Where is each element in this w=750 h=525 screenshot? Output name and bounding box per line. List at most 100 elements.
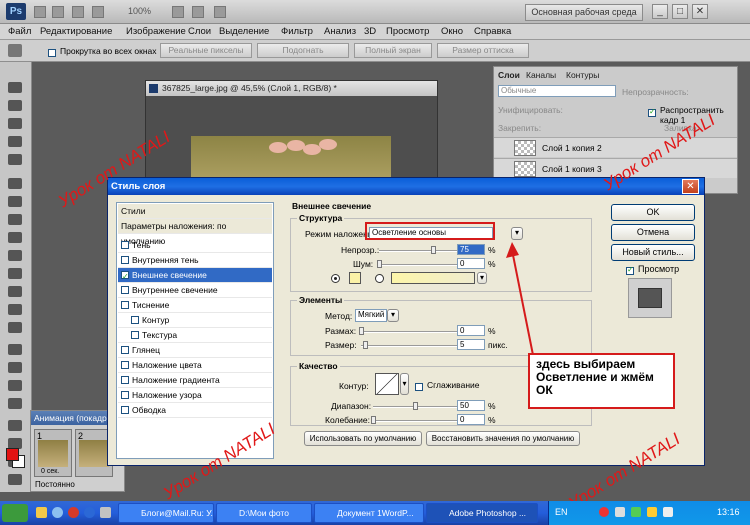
type-tool-icon[interactable] (8, 362, 22, 373)
jitter-input[interactable]: 0 (457, 414, 485, 425)
menu-select[interactable]: Выделение (219, 26, 269, 37)
noise-input[interactable]: 0 (457, 258, 485, 269)
loop-select[interactable]: Постоянно (35, 480, 75, 489)
menu-image[interactable]: Изображение (126, 26, 186, 37)
style-checkbox[interactable] (121, 240, 129, 249)
taskbar-item[interactable]: Adobe Photoshop ... (426, 503, 538, 523)
quicklaunch-icon[interactable] (52, 507, 63, 518)
size-slider-knob[interactable] (363, 341, 368, 349)
workspace-button[interactable]: Основная рабочая среда (525, 4, 643, 21)
tab-layers[interactable]: Слои (498, 70, 520, 82)
style-list-item[interactable]: Обводка (118, 403, 272, 418)
color-radio[interactable] (331, 274, 340, 283)
spread-input[interactable]: 0 (457, 325, 485, 336)
start-button[interactable] (2, 504, 28, 522)
blend-mode-select[interactable]: Обычные (498, 85, 616, 97)
brush-tool-icon[interactable] (8, 214, 22, 225)
lasso-tool-icon[interactable] (8, 118, 22, 129)
quicklaunch-icon[interactable] (84, 507, 95, 518)
frame-delay[interactable]: 0 сек. (41, 468, 59, 475)
style-list-item[interactable]: Тень (118, 238, 272, 253)
dodge-tool-icon[interactable] (8, 322, 22, 333)
zoom-tool-icon[interactable] (92, 6, 104, 18)
preview-checkbox[interactable] (626, 265, 634, 275)
range-slider-knob[interactable] (413, 402, 418, 410)
style-list-item[interactable]: Внутренняя тень (118, 253, 272, 268)
menu-help[interactable]: Справка (474, 26, 511, 37)
style-list-item[interactable]: Параметры наложения: по умолчанию (118, 219, 272, 246)
method-dropdown[interactable]: ▾ (387, 309, 399, 322)
opera-icon[interactable] (68, 507, 79, 518)
tray-icon[interactable] (615, 507, 625, 517)
grid-icon[interactable] (172, 6, 184, 18)
style-list-item[interactable]: Наложение цвета (118, 358, 272, 373)
menu-window[interactable]: Окно (441, 26, 463, 37)
quicklaunch-icon[interactable] (36, 507, 47, 518)
style-list-item[interactable]: Внутреннее свечение (118, 283, 272, 298)
document-title[interactable]: 367825_large.jpg @ 45,5% (Слой 1, RGB/8)… (146, 81, 437, 96)
hand-tool-icon[interactable] (72, 6, 84, 18)
range-input[interactable]: 50 (457, 400, 485, 411)
bridge-icon[interactable] (34, 6, 46, 18)
pen-tool-icon[interactable] (8, 344, 22, 355)
crop-tool-icon[interactable] (8, 154, 22, 165)
style-list-item[interactable]: Наложение узора (118, 388, 272, 403)
minimize-button[interactable]: _ (652, 4, 668, 19)
contour-dropdown[interactable]: ▾ (400, 373, 409, 395)
maximize-button[interactable]: □ (672, 4, 688, 19)
arrange-icon[interactable] (192, 6, 204, 18)
quicklaunch-icon[interactable] (100, 507, 111, 518)
menu-filter[interactable]: Фильтр (281, 26, 313, 37)
animation-frame[interactable]: 1 0 сек. (34, 429, 72, 477)
menu-edit[interactable]: Редактирование (40, 26, 112, 37)
eraser-tool-icon[interactable] (8, 268, 22, 279)
print-size-button[interactable]: Размер оттиска (437, 43, 529, 58)
cancel-button[interactable]: Отмена (611, 224, 695, 241)
opacity-input[interactable]: 75 (457, 244, 485, 255)
move-tool-icon[interactable] (8, 82, 22, 93)
clone-stamp-tool-icon[interactable] (8, 232, 22, 243)
jitter-slider-knob[interactable] (371, 416, 376, 424)
hand-tool-preset-icon[interactable] (8, 44, 22, 57)
close-app-button[interactable]: ✕ (692, 4, 708, 19)
propagate-checkbox[interactable] (648, 107, 656, 117)
language-indicator[interactable]: EN (555, 507, 568, 517)
style-checkbox[interactable] (121, 300, 129, 309)
fill-screen-button[interactable]: Полный экран (354, 43, 432, 58)
taskbar-item[interactable]: Блоги@Mail.Ru: У... (118, 503, 214, 523)
style-checkbox[interactable] (121, 285, 129, 294)
glow-color-swatch[interactable] (349, 272, 361, 284)
scroll-all-checkbox[interactable] (48, 48, 56, 57)
zoom-tool-icon[interactable] (8, 474, 22, 485)
healing-brush-tool-icon[interactable] (8, 196, 22, 207)
tab-channels[interactable]: Каналы (526, 70, 556, 82)
gradient-tool-icon[interactable] (8, 286, 22, 297)
gradient-radio[interactable] (375, 274, 384, 283)
tab-paths[interactable]: Контуры (566, 70, 599, 82)
size-slider[interactable] (361, 345, 459, 347)
new-style-button[interactable]: Новый стиль... (611, 244, 695, 261)
layer-row[interactable]: Слой 1 копия 2 (494, 137, 737, 157)
make-default-button[interactable]: Использовать по умолчанию (304, 431, 422, 446)
antialias-checkbox[interactable] (415, 382, 423, 391)
actual-pixels-button[interactable]: Реальные пикселы (160, 43, 252, 58)
menu-analysis[interactable]: Анализ (324, 26, 356, 37)
style-checkbox[interactable] (121, 375, 129, 384)
foreground-color-swatch[interactable] (6, 448, 19, 461)
noise-slider[interactable] (379, 264, 459, 266)
reset-default-button[interactable]: Восстановить значения по умолчанию (426, 431, 580, 446)
jitter-slider[interactable] (373, 420, 459, 422)
glow-gradient-swatch[interactable] (391, 272, 475, 284)
screen-mode-icon[interactable] (214, 6, 226, 18)
quick-select-tool-icon[interactable] (8, 136, 22, 147)
menu-file[interactable]: Файл (8, 26, 31, 37)
taskbar-item[interactable]: Документ 1WordP... (314, 503, 424, 523)
zoom-level[interactable]: 100% (128, 6, 151, 16)
blur-tool-icon[interactable] (8, 304, 22, 315)
style-list-item[interactable]: Наложение градиента (118, 373, 272, 388)
3d-rotate-tool-icon[interactable] (8, 420, 22, 431)
style-list-item[interactable]: Глянец (118, 343, 272, 358)
opacity-slider[interactable] (379, 250, 459, 252)
spread-slider-knob[interactable] (359, 327, 364, 335)
style-checkbox[interactable] (131, 315, 139, 324)
